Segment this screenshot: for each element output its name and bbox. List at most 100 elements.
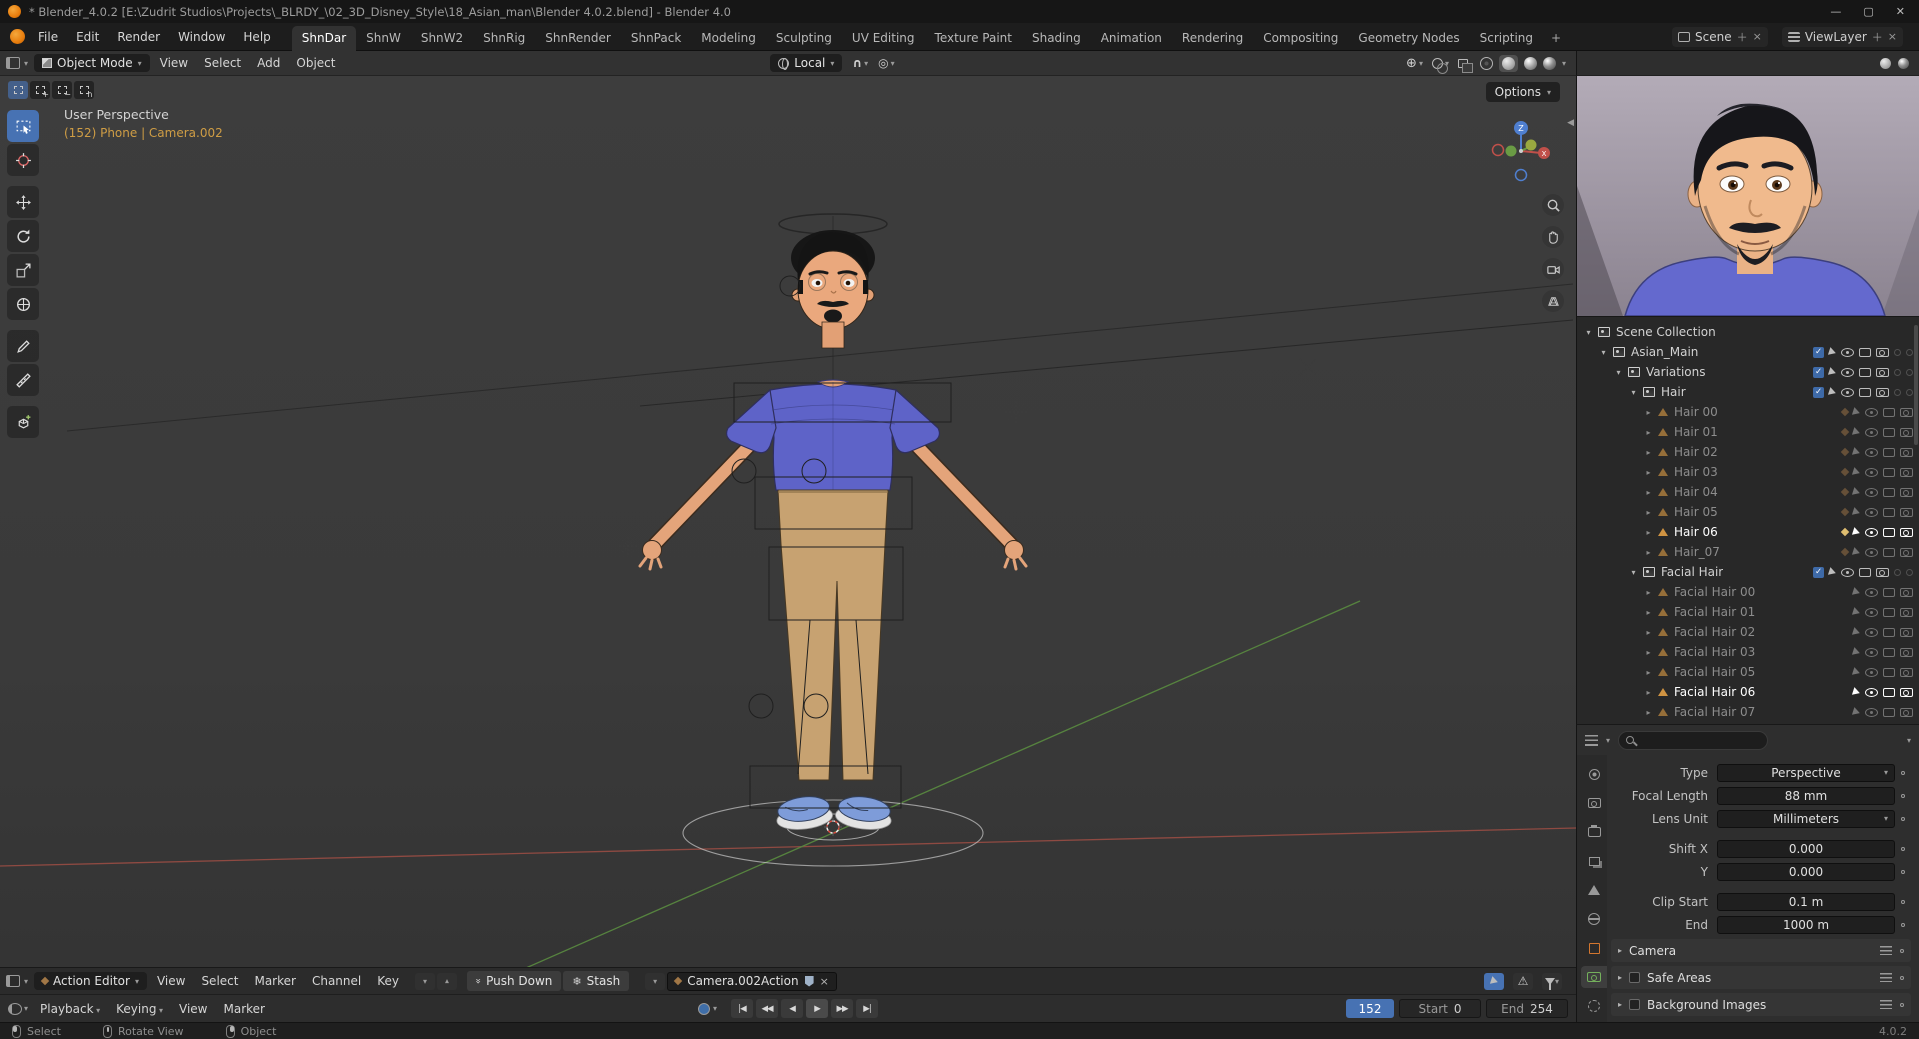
expand-arrow-icon[interactable]: ▾ [1583, 328, 1594, 337]
panel-menu-icon[interactable] [1880, 946, 1892, 955]
disable-render-icon[interactable] [1900, 467, 1913, 477]
outliner-row[interactable]: ▾ Scene Collection [1577, 322, 1919, 342]
dope-menu-channel[interactable]: Channel [304, 972, 369, 990]
selectability-icon[interactable] [1827, 387, 1838, 397]
animate-property-button[interactable] [1895, 846, 1911, 851]
disable-render-icon[interactable] [1876, 367, 1889, 377]
selectability-icon[interactable] [1851, 547, 1862, 557]
add-workspace-button[interactable]: + [1543, 26, 1569, 51]
expand-arrow-icon[interactable]: ▸ [1643, 428, 1654, 437]
workspace-tab-shnw2[interactable]: ShnW2 [411, 26, 473, 51]
selectability-icon[interactable] [1851, 487, 1862, 497]
workspace-tab-shading[interactable]: Shading [1022, 26, 1091, 51]
pan-hand-icon[interactable] [1542, 226, 1564, 248]
selectability-icon[interactable] [1851, 447, 1862, 457]
select-mode-subtract-button[interactable]: − [52, 81, 72, 99]
perspective-toggle-icon[interactable] [1542, 290, 1564, 312]
disable-render-icon[interactable] [1900, 687, 1913, 697]
workspace-tab-shnpack[interactable]: ShnPack [621, 26, 691, 51]
selectability-icon[interactable] [1851, 647, 1862, 657]
disable-render-icon[interactable] [1900, 527, 1913, 537]
animate-property-button[interactable] [1895, 770, 1911, 775]
disable-viewport-icon[interactable] [1883, 647, 1895, 657]
frame-end-field[interactable]: End 254 [1486, 999, 1568, 1018]
properties-tab-scene[interactable] [1581, 879, 1607, 901]
shading-solid-button[interactable] [1501, 56, 1515, 70]
selectability-icon[interactable] [1851, 427, 1862, 437]
expand-arrow-icon[interactable]: ▾ [1613, 368, 1624, 377]
3d-viewport[interactable]: + − ∩ User Perspective (152) Phone | Camer… [0, 76, 1576, 967]
select-mode-extend-button[interactable]: + [30, 81, 50, 99]
properties-tab-view-layer[interactable] [1581, 850, 1607, 872]
new-scene-button[interactable]: ＋ [1737, 29, 1748, 45]
tool-measure[interactable] [7, 364, 39, 396]
selectability-icon[interactable] [1851, 687, 1862, 697]
disable-render-icon[interactable] [1900, 607, 1913, 617]
outliner-row[interactable]: ▸ Hair 01 [1577, 422, 1919, 442]
panel-menu-icon[interactable] [1880, 1000, 1892, 1009]
dope-menu-key[interactable]: Key [369, 972, 407, 990]
property-number-field[interactable]: 0.1 m [1717, 892, 1895, 911]
disable-viewport-icon[interactable] [1859, 347, 1871, 357]
tool-transform[interactable] [7, 288, 39, 320]
editor-type-icon[interactable] [6, 57, 20, 69]
disable-render-icon[interactable] [1900, 587, 1913, 597]
outliner-row[interactable]: ▸ Hair 02 [1577, 442, 1919, 462]
jump-end-button[interactable]: ▶| [856, 999, 879, 1018]
tool-add-cube[interactable] [7, 406, 39, 438]
disable-viewport-icon[interactable] [1883, 667, 1895, 677]
panel-menu-icon[interactable] [1880, 973, 1892, 982]
timeline-menu-marker[interactable]: Marker [215, 1000, 272, 1018]
preview-render-icon[interactable] [1898, 57, 1909, 69]
tool-cursor[interactable] [7, 144, 39, 176]
navigation-gizmo[interactable]: Z X [1489, 118, 1553, 182]
selectability-icon[interactable] [1851, 467, 1862, 477]
select-mode-intersect-button[interactable]: ∩ [74, 81, 94, 99]
disable-viewport-icon[interactable] [1859, 367, 1871, 377]
tool-move[interactable] [7, 186, 39, 218]
disable-viewport-icon[interactable] [1883, 427, 1895, 437]
unlink-scene-button[interactable]: × [1753, 30, 1762, 43]
outliner-row[interactable]: ▸ Facial Hair 02 [1577, 622, 1919, 642]
outliner-row[interactable]: ▸ Facial Hair 03 [1577, 642, 1919, 662]
menu-render[interactable]: Render [108, 27, 169, 47]
disable-viewport-icon[interactable] [1883, 507, 1895, 517]
disable-viewport-icon[interactable] [1883, 547, 1895, 557]
hide-eye-icon[interactable] [1865, 627, 1878, 637]
auto-keying-record-button[interactable] [697, 1002, 710, 1015]
hide-eye-icon[interactable] [1865, 507, 1878, 517]
disable-viewport-icon[interactable] [1883, 627, 1895, 637]
collection-checkbox[interactable]: ✓ [1813, 366, 1824, 378]
properties-editor-dropdown[interactable]: ▾ [1606, 736, 1610, 745]
shading-rendered-button[interactable] [1542, 56, 1556, 70]
collection-checkbox[interactable]: ✓ [1813, 386, 1824, 398]
property-number-field[interactable]: 1000 m [1717, 915, 1895, 934]
outliner-row[interactable]: ▸ Facial Hair 06 [1577, 682, 1919, 702]
menu-edit[interactable]: Edit [67, 27, 108, 47]
new-view-layer-button[interactable]: ＋ [1872, 29, 1883, 45]
layer-next-button[interactable]: ▾ [436, 972, 457, 990]
animate-property-button[interactable] [1895, 869, 1911, 874]
timeline-menu-playback[interactable]: Playback ▾ [32, 1000, 108, 1018]
hide-eye-icon[interactable] [1865, 467, 1878, 477]
properties-tab-render[interactable] [1581, 792, 1607, 814]
play-forward-button[interactable]: ▶ [806, 999, 829, 1018]
expand-arrow-icon[interactable]: ▸ [1643, 708, 1654, 717]
disable-viewport-icon[interactable] [1883, 587, 1895, 597]
expand-arrow-icon[interactable]: ▸ [1643, 468, 1654, 477]
shading-wireframe-button[interactable] [1479, 56, 1493, 70]
hide-eye-icon[interactable] [1841, 367, 1854, 377]
tool-rotate[interactable] [7, 220, 39, 252]
panel-section-camera[interactable]: ▸ Camera [1611, 939, 1911, 962]
indirect-only-icon[interactable] [1906, 348, 1913, 356]
outliner-row[interactable]: ▾ Hair ✓ [1577, 382, 1919, 402]
hide-eye-icon[interactable] [1841, 567, 1854, 577]
timeline-menu-view[interactable]: View [171, 1000, 215, 1018]
selectability-icon[interactable] [1851, 507, 1862, 517]
timeline-editor-icon[interactable] [8, 1002, 22, 1015]
remove-view-layer-button[interactable]: × [1888, 30, 1897, 43]
outliner-row[interactable]: ▸ Hair 03 [1577, 462, 1919, 482]
view-layer-selector[interactable]: ViewLayer ＋ × [1781, 26, 1903, 47]
disable-viewport-icon[interactable] [1859, 567, 1871, 577]
selectability-icon[interactable] [1827, 567, 1838, 577]
